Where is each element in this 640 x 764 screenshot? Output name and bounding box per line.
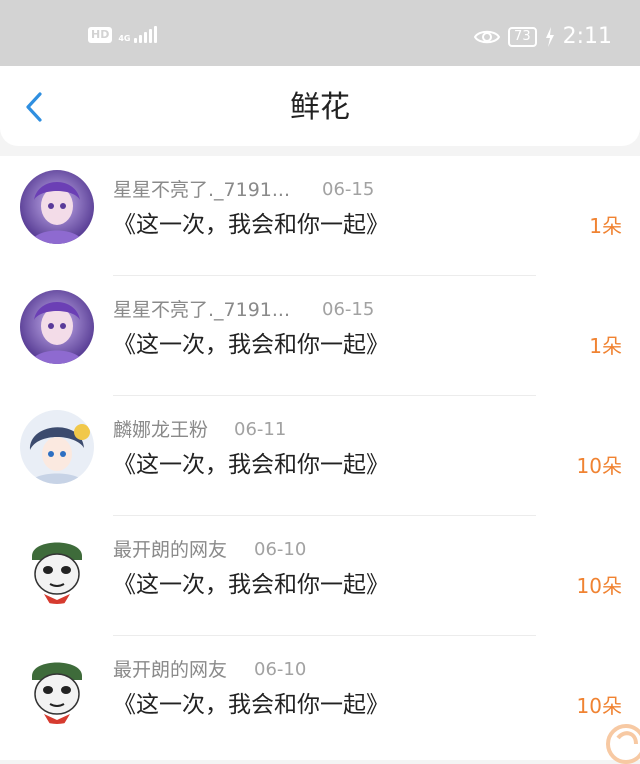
list-item[interactable]: 最开朗的网友 06-10 《这一次，我会和你一起》 10朵 <box>0 516 640 636</box>
user-name: 麟娜龙王粉 <box>113 419 209 441</box>
page-title: 鲜花 <box>290 90 350 125</box>
signal-icon: 4G <box>118 26 158 43</box>
gift-date: 06-10 <box>254 539 307 560</box>
gift-message: 《这一次，我会和你一起》 <box>113 692 389 718</box>
avatar[interactable] <box>20 170 94 244</box>
gift-message: 《这一次，我会和你一起》 <box>113 332 389 358</box>
gift-date: 06-11 <box>234 419 287 440</box>
gift-message: 《这一次，我会和你一起》 <box>113 452 389 478</box>
flower-count: 1朵 <box>589 214 622 238</box>
clock: 2:11 <box>562 24 612 49</box>
user-name: 星星不亮了._7191... <box>113 299 291 321</box>
user-name: 最开朗的网友 <box>113 539 228 561</box>
avatar[interactable] <box>20 290 94 364</box>
flower-count: 10朵 <box>576 694 622 718</box>
gift-message: 《这一次，我会和你一起》 <box>113 212 389 238</box>
list-item[interactable]: 最开朗的网友 06-10 《这一次，我会和你一起》 10朵 <box>0 636 640 756</box>
network-type: 4G <box>118 34 131 43</box>
status-bar: HD 4G 73 2:11 <box>0 0 640 66</box>
hd-badge: HD <box>88 26 113 43</box>
flower-count: 10朵 <box>576 574 622 598</box>
avatar[interactable] <box>20 530 94 604</box>
charging-icon <box>545 27 554 47</box>
user-name: 最开朗的网友 <box>113 659 228 681</box>
gift-message: 《这一次，我会和你一起》 <box>113 572 389 598</box>
avatar[interactable] <box>20 650 94 724</box>
status-right: 73 2:11 <box>474 24 612 50</box>
gift-date: 06-15 <box>322 299 375 320</box>
battery-icon: 73 <box>508 27 537 47</box>
user-name: 星星不亮了._7191... <box>113 179 291 201</box>
watermark-logo-icon <box>606 724 640 764</box>
gift-list: 星星不亮了._7191... 06-15 《这一次，我会和你一起》 1朵 星星不… <box>0 156 640 764</box>
list-item[interactable]: 麟娜龙王粉 06-11 《这一次，我会和你一起》 10朵 <box>0 396 640 516</box>
title-bar: 鲜花 <box>0 66 640 146</box>
gift-date: 06-15 <box>322 179 375 200</box>
flower-count: 1朵 <box>589 334 622 358</box>
avatar[interactable] <box>20 410 94 484</box>
status-left: HD 4G <box>88 26 158 43</box>
list-item[interactable]: 星星不亮了._7191... 06-15 《这一次，我会和你一起》 1朵 <box>0 156 640 276</box>
flower-count: 10朵 <box>576 454 622 478</box>
gift-date: 06-10 <box>254 659 307 680</box>
eye-icon <box>474 30 501 44</box>
list-item[interactable]: 星星不亮了._7191... 06-15 《这一次，我会和你一起》 1朵 <box>0 276 640 396</box>
